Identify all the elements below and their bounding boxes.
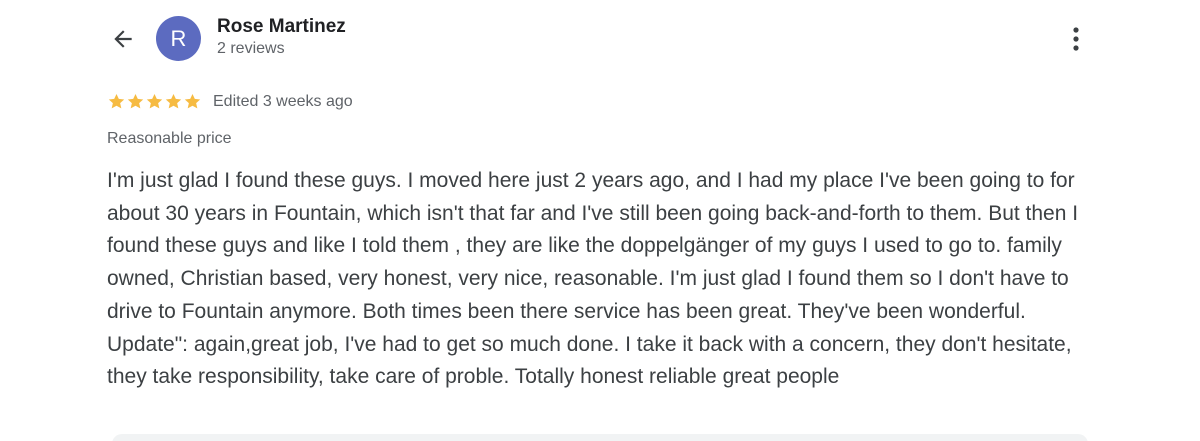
edited-timestamp: Edited 3 weeks ago bbox=[213, 92, 353, 110]
star-icon bbox=[146, 93, 163, 109]
avatar[interactable]: R bbox=[156, 16, 201, 61]
star-icon bbox=[165, 93, 182, 109]
next-card-edge bbox=[112, 434, 1088, 441]
star-icon bbox=[108, 93, 125, 109]
arrow-left-icon bbox=[114, 30, 132, 48]
star-rating bbox=[107, 92, 202, 111]
more-vert-icon bbox=[1073, 27, 1079, 51]
more-options-button[interactable] bbox=[1058, 20, 1094, 58]
review-tag: Reasonable price bbox=[107, 130, 232, 147]
star-icon bbox=[184, 93, 201, 109]
reviewer-name[interactable]: Rose Martinez bbox=[217, 16, 346, 38]
review-detail-page: R Rose Martinez 2 reviews Edited 3 weeks… bbox=[0, 0, 1200, 441]
rating-row: Edited 3 weeks ago bbox=[107, 92, 353, 111]
review-text: I'm just glad I found these guys. I move… bbox=[107, 169, 1079, 389]
avatar-initial: R bbox=[170, 25, 187, 51]
star-icon bbox=[127, 93, 144, 109]
review-count: 2 reviews bbox=[217, 40, 285, 57]
back-button[interactable] bbox=[104, 20, 142, 58]
